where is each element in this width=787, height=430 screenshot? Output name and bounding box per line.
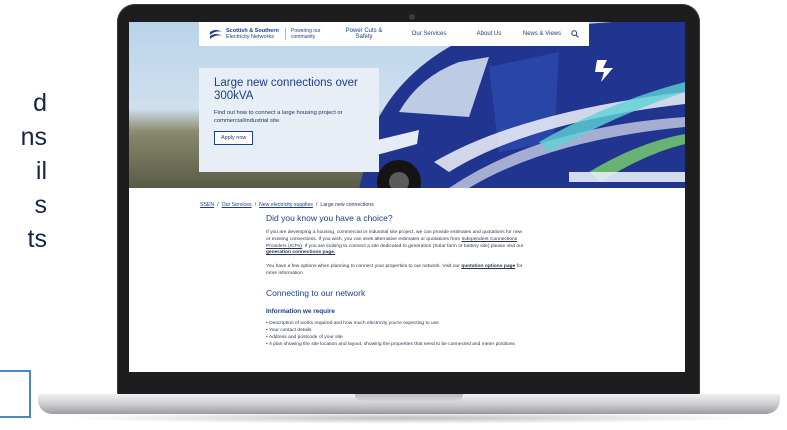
laptop-notch <box>355 394 463 402</box>
info-required-heading: Information we require <box>266 307 335 315</box>
breadcrumb-new-supplies[interactable]: New electricity supplies <box>259 202 313 208</box>
breadcrumb: SSEN / Our Services / New electricity su… <box>200 202 374 208</box>
search-icon <box>571 30 579 38</box>
van-image <box>359 22 685 188</box>
nav-item-our-services[interactable]: Our Services <box>397 31 461 37</box>
choice-paragraph: If you are developing a housing, commerc… <box>266 230 526 257</box>
nav-item-news-views[interactable]: News & Views <box>517 31 567 37</box>
logo-mark-icon <box>210 30 222 39</box>
choice-heading: Did you know you have a choice? <box>266 213 393 223</box>
left-text-line: d <box>33 89 47 117</box>
generation-connections-link[interactable]: generation connections page. <box>266 250 335 255</box>
camera-icon <box>409 14 415 20</box>
list-item: Description of works required and how mu… <box>266 320 526 327</box>
logo-text: Scottish & Southern Electricity Networks <box>226 28 279 40</box>
hero-subtitle: Find out how to connect a large housing … <box>214 110 343 124</box>
top-navigation: Scottish & Southern Electricity Networks… <box>199 22 589 46</box>
left-cropped-text: d ns il s ts <box>0 86 60 256</box>
breadcrumb-current: Large new connections <box>320 202 374 208</box>
main-content: Did you know you have a choice? If you a… <box>266 213 526 349</box>
nav-item-label: Safety <box>355 34 373 40</box>
breadcrumb-home[interactable]: SSEN <box>200 202 214 208</box>
breadcrumb-separator: / <box>217 202 219 208</box>
left-text-line: il <box>35 157 47 185</box>
laptop-screen: Scottish & Southern Electricity Networks… <box>129 22 685 372</box>
nav-item-about-us[interactable]: About Us <box>461 31 517 37</box>
para-text: . If you are looking to connect a site d… <box>301 243 524 249</box>
search-button[interactable] <box>567 30 583 38</box>
nav-tagline: Powering our community <box>285 28 331 40</box>
left-text-line: ts <box>27 225 47 253</box>
laptop-shadow <box>60 412 760 424</box>
list-item: Your contact details <box>266 327 526 334</box>
ssen-logo[interactable]: Scottish & Southern Electricity Networks <box>199 28 285 40</box>
logo-line2: Electricity Networks <box>226 34 274 40</box>
nav-item-power-cuts[interactable]: Power Cuts & Safety <box>331 28 397 41</box>
breadcrumb-our-services[interactable]: Our Services <box>222 202 252 208</box>
hero-card: Large new connections over 300kVA Find o… <box>199 68 379 172</box>
options-paragraph: You have a few options when planning to … <box>266 264 526 278</box>
laptop-chin <box>129 372 685 394</box>
requirements-list: Description of works required and how mu… <box>266 320 526 349</box>
quotation-options-link[interactable]: quotation options page <box>461 264 515 269</box>
hero-title: Large new connections over 300kVA <box>214 77 358 102</box>
breadcrumb-separator: / <box>254 202 257 208</box>
left-text-line: s <box>34 191 48 219</box>
apply-now-button[interactable]: Apply now <box>214 131 254 145</box>
list-item: Address and postcode of your site <box>266 334 526 341</box>
left-cropped-button[interactable] <box>0 370 31 418</box>
connecting-heading: Connecting to our network <box>266 287 366 298</box>
tagline-line2: community <box>291 34 316 40</box>
left-text-line: ns <box>20 123 47 151</box>
list-item: A plan showing the site location and lay… <box>266 341 526 348</box>
para-text: You have a few options when planning to … <box>266 264 462 270</box>
breadcrumb-separator: / <box>315 202 318 208</box>
